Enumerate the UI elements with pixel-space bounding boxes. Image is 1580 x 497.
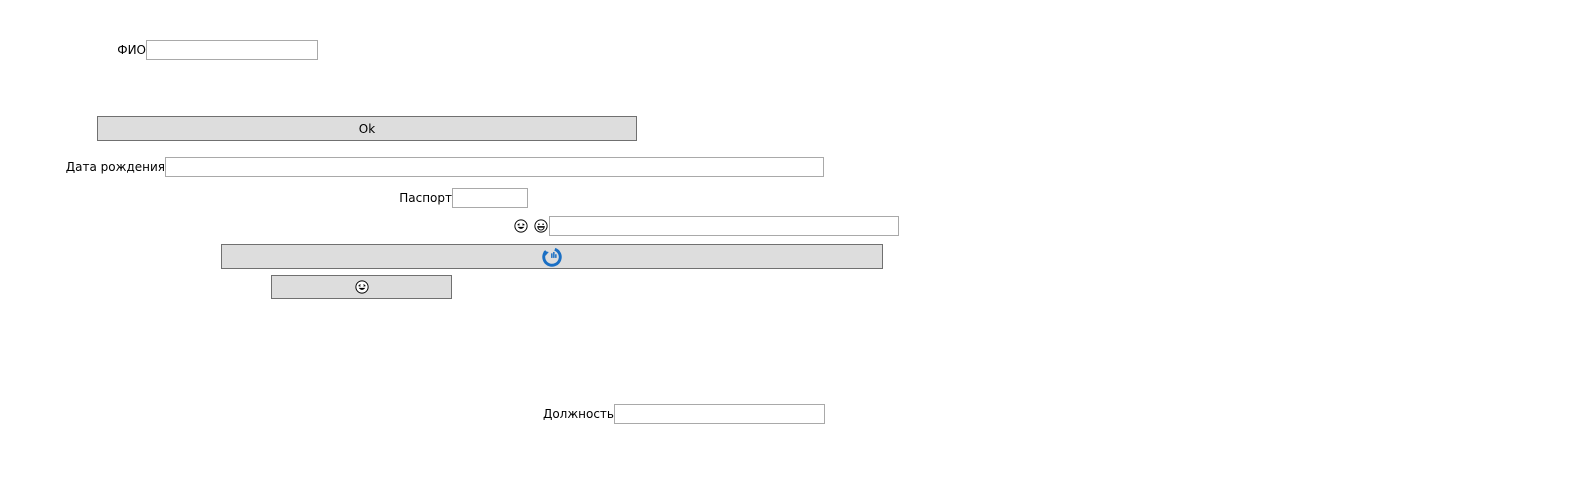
fio-input[interactable] [146, 40, 318, 60]
laughing-face-icon [514, 219, 528, 233]
passport-label: Паспорт [399, 191, 452, 205]
emoji-input[interactable] [549, 216, 899, 236]
laughing-face-icon [354, 280, 369, 294]
passport-input[interactable] [452, 188, 528, 208]
birthdate-input[interactable] [165, 157, 824, 177]
ok-button-label: Ok [358, 121, 376, 136]
position-label: Должность [542, 407, 614, 421]
position-input[interactable] [614, 404, 825, 424]
emoji-button[interactable] [271, 275, 452, 299]
fio-label: ФИО [117, 43, 146, 57]
birthdate-label: Дата рождения [65, 160, 165, 174]
ok-button[interactable]: Ok [97, 116, 637, 141]
blue-refresh-icon [541, 246, 563, 268]
refresh-button[interactable] [221, 244, 883, 269]
grinning-face-icon [534, 219, 548, 233]
